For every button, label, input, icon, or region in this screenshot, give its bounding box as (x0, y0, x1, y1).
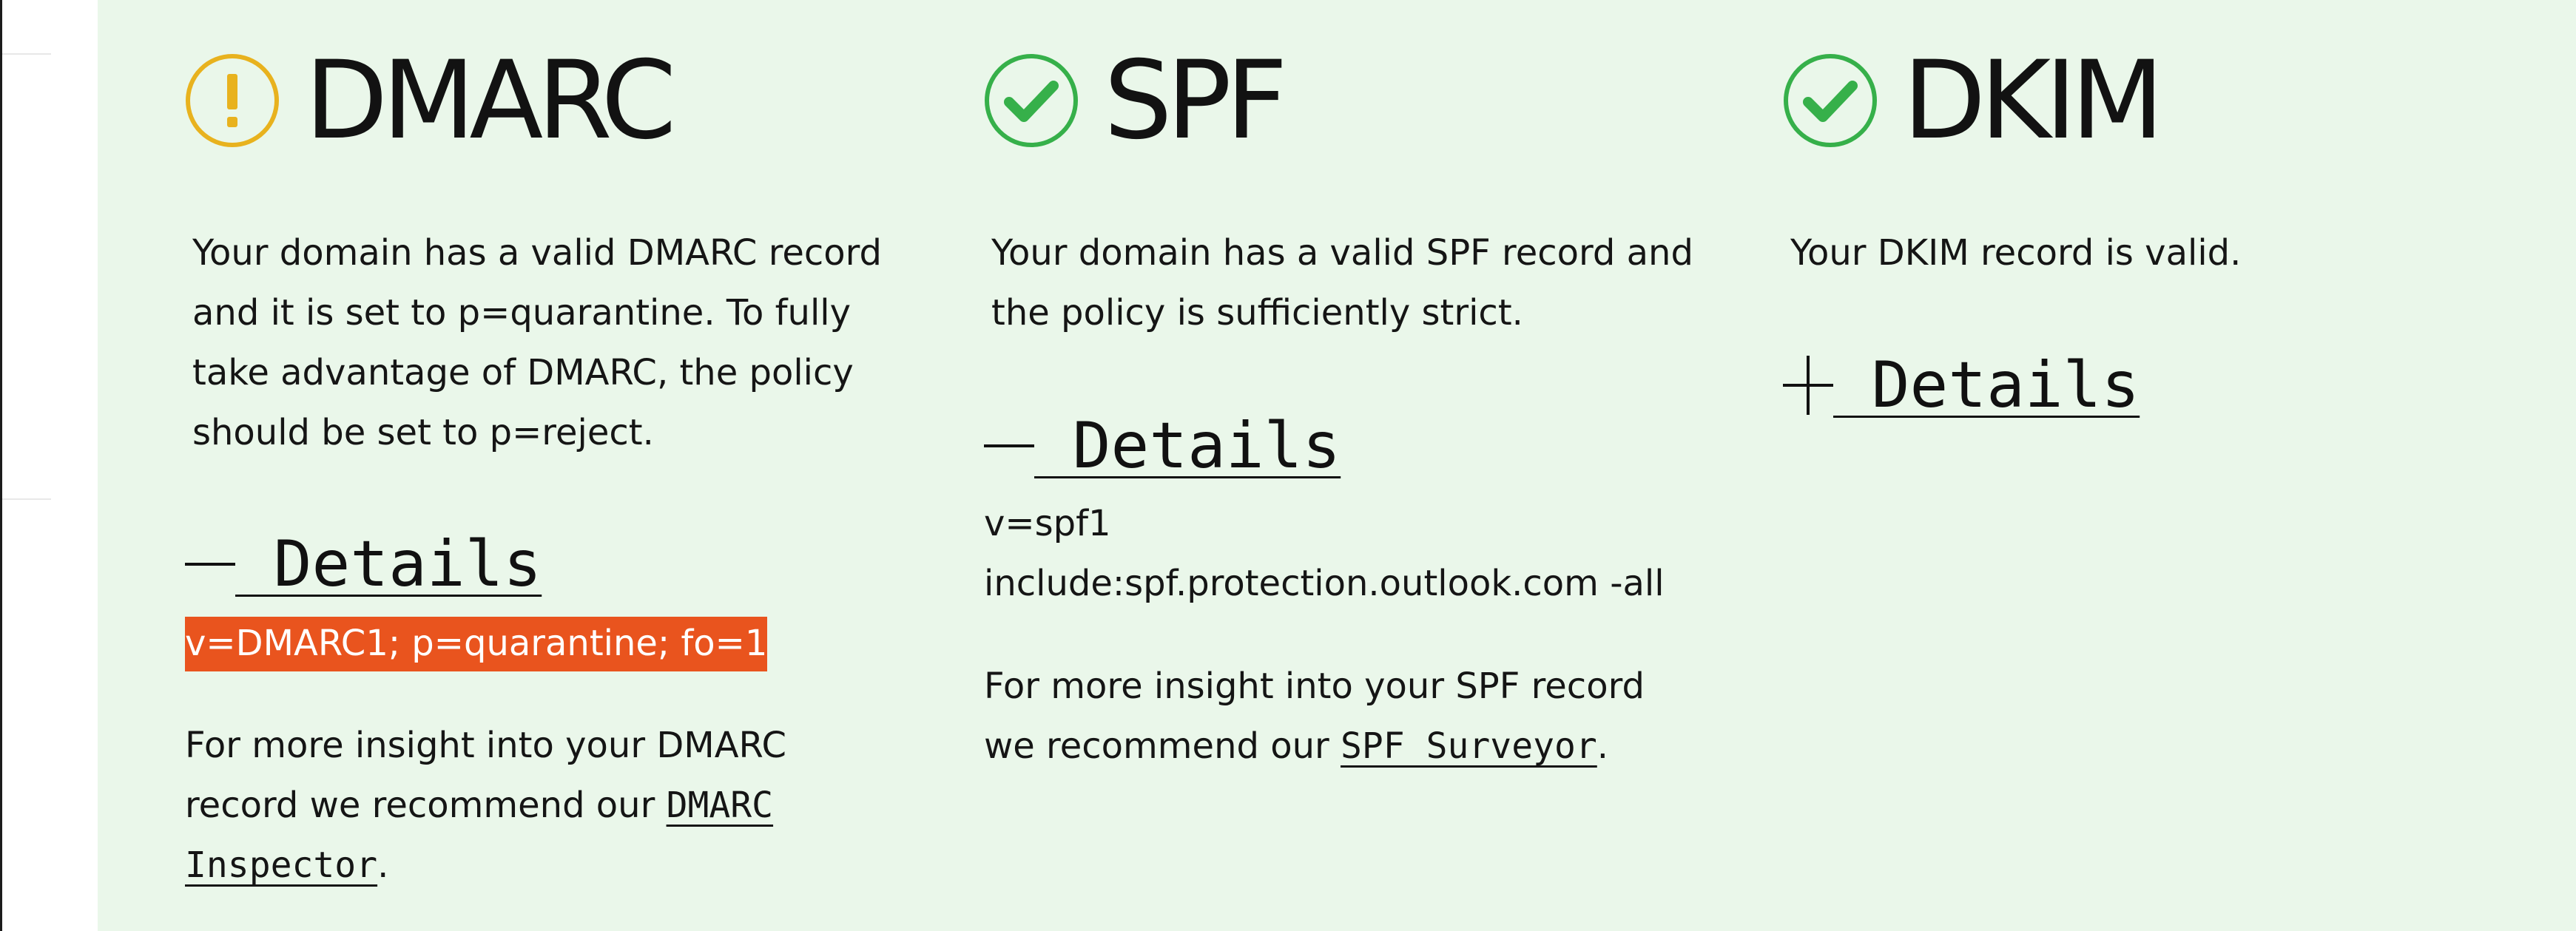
dkim-card: DKIM Your DKIM record is valid. Details (1783, 0, 2508, 931)
collapse-icon (984, 416, 1034, 475)
expand-plus-icon (1783, 356, 1833, 415)
exclamation-circle-icon (186, 54, 279, 147)
dkim-heading: DKIM (1783, 38, 2164, 163)
dmarc-card: DMARC Your domain has a valid DMARC reco… (185, 0, 895, 931)
check-circle-icon (1784, 54, 1877, 147)
dmarc-insight: For more insight into your DMARC record … (185, 725, 786, 886)
dmarc-title: DMARC (305, 38, 676, 163)
dmarc-details-toggle[interactable]: Details (185, 532, 542, 596)
spf-details-label: Details (1034, 409, 1341, 483)
spf-title: SPF (1104, 38, 1288, 163)
window-left-border (0, 0, 2, 931)
spf-heading: SPF (984, 38, 1288, 163)
dmarc-details-label: Details (235, 527, 542, 601)
spf-card: SPF Your domain has a valid SPF record a… (984, 0, 1724, 931)
spf-insight: For more insight into your SPF record we… (984, 666, 1645, 767)
dkim-details-label: Details (1833, 348, 2140, 422)
spf-details-toggle[interactable]: Details (984, 414, 1341, 478)
spf-record: v=spf1 include:spf.protection.outlook.co… (984, 503, 1665, 604)
collapse-icon (185, 535, 235, 594)
dmarc-heading: DMARC (185, 38, 676, 163)
check-circle-icon (985, 54, 1078, 147)
spf-description: Your domain has a valid SPF record and t… (991, 232, 1693, 334)
dmarc-description: Your domain has a valid DMARC record and… (192, 232, 883, 453)
dkim-details-toggle[interactable]: Details (1783, 353, 2140, 417)
dkim-description: Your DKIM record is valid. (1790, 232, 2242, 274)
dmarc-record: v=DMARC1; p=quarantine; fo=1 (185, 614, 768, 674)
spf-surveyor-link[interactable]: SPF Surveyor (1341, 725, 1597, 767)
dmarc-record-value: v=DMARC1; p=quarantine; fo=1 (185, 617, 768, 671)
divider (2, 498, 51, 500)
divider (2, 53, 51, 55)
dkim-title: DKIM (1903, 38, 2164, 163)
